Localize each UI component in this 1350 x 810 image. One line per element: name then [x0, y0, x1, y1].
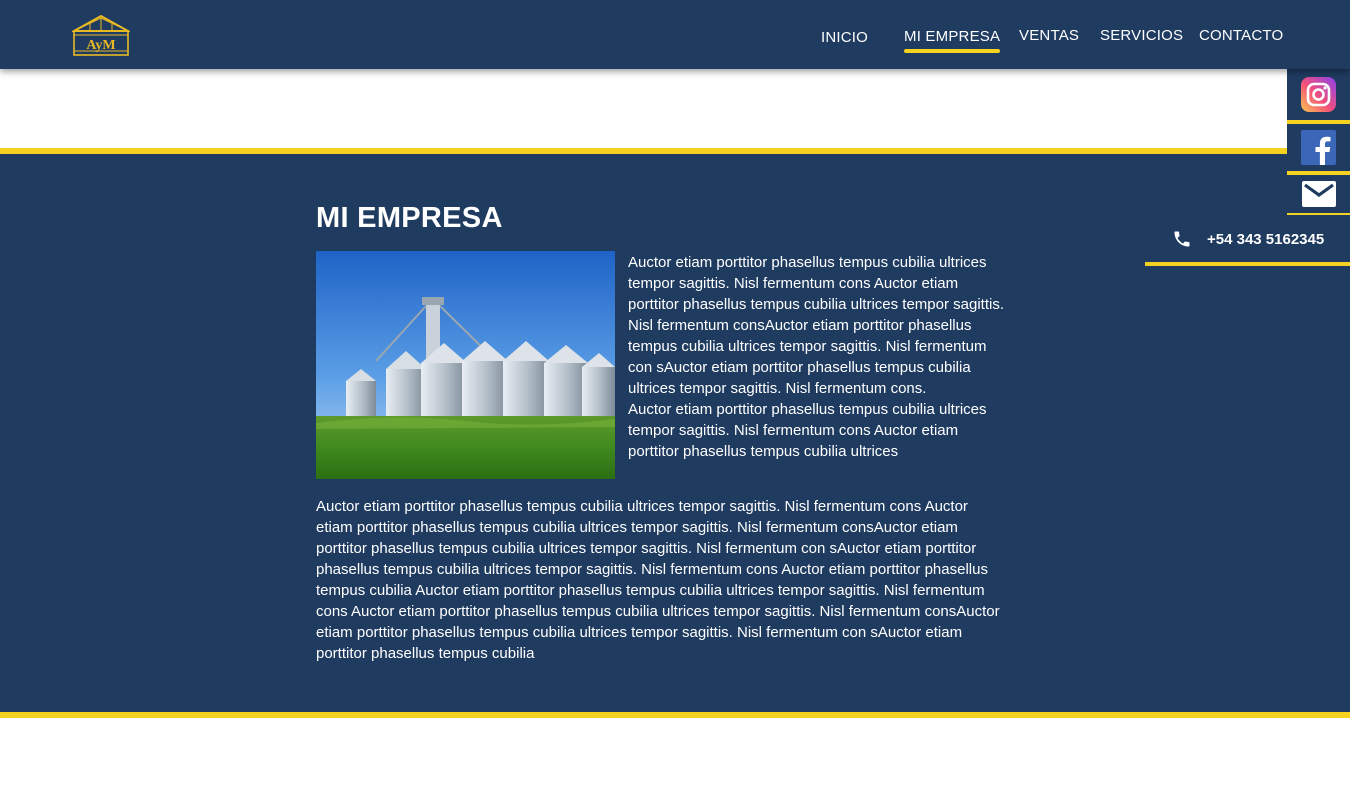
silos-photo: [316, 251, 615, 479]
facebook-link[interactable]: [1287, 124, 1350, 175]
site-header: AyM INICIO MI EMPRESA VENTAS SERVICIOS C…: [0, 0, 1350, 69]
intro-text: Auctor etiam porttitor phasellus tempus …: [628, 252, 1010, 484]
phone-number[interactable]: +54 343 5162345: [1207, 231, 1324, 248]
nav-item-mi-empresa[interactable]: MI EMPRESA: [904, 28, 1001, 53]
nav-item-inicio[interactable]: INICIO: [821, 29, 868, 46]
mail-link[interactable]: [1287, 175, 1350, 217]
instagram-icon: [1301, 77, 1336, 112]
nav-item-contacto[interactable]: CONTACTO: [1199, 27, 1283, 44]
paragraph-2: Auctor etiam porttitor phasellus tempus …: [628, 401, 987, 460]
mail-icon: [1301, 181, 1336, 207]
phone-icon: [1174, 231, 1190, 247]
facebook-icon: [1301, 130, 1336, 165]
section-title: MI EMPRESA: [316, 202, 503, 234]
paragraph-1: Auctor etiam porttitor phasellus tempus …: [628, 254, 1004, 397]
instagram-link[interactable]: [1287, 69, 1350, 124]
nav-item-ventas[interactable]: VENTAS: [1019, 27, 1079, 44]
phone-contact-tab[interactable]: +54 343 5162345: [1145, 215, 1350, 266]
nav-item-servicios[interactable]: SERVICIOS: [1100, 27, 1183, 44]
paragraph-3: Auctor etiam porttitor phasellus tempus …: [316, 498, 1000, 662]
main-nav: INICIO MI EMPRESA VENTAS SERVICIOS CONTA…: [0, 0, 1350, 69]
